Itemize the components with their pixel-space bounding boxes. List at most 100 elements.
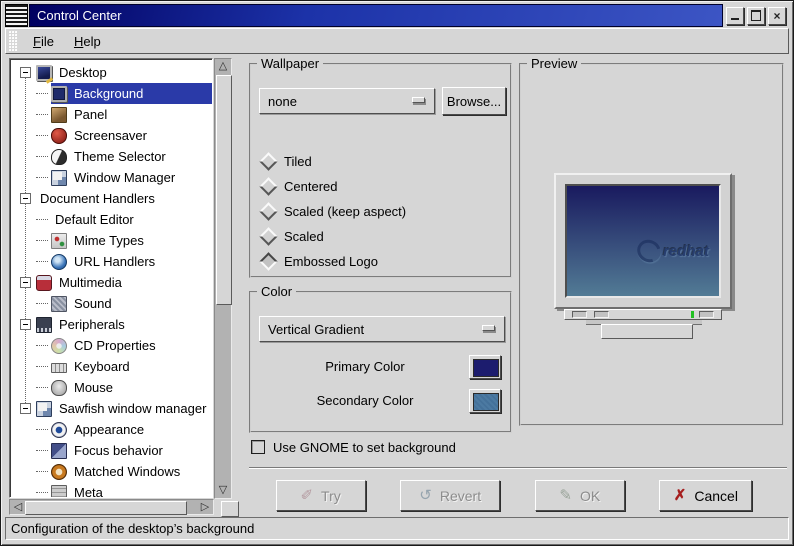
wallpaper-dropdown-value: none <box>268 93 297 109</box>
keyboard-icon <box>51 363 67 373</box>
focus-behavior-icon <box>51 442 67 459</box>
tree-expander-icon[interactable] <box>20 67 31 78</box>
tree-item-sawfish-window-manager[interactable]: Sawfish window manager <box>10 398 212 419</box>
tree-item-theme-selector[interactable]: Theme Selector <box>10 146 212 167</box>
tree-item-background[interactable]: Background <box>10 83 212 104</box>
resize-grip[interactable] <box>221 501 239 517</box>
close-button[interactable]: × <box>768 6 786 25</box>
tree-item-document-handlers[interactable]: Document Handlers <box>10 188 212 209</box>
scroll-down-icon[interactable]: ▽ <box>215 483 231 498</box>
menubar-grip-handle[interactable] <box>9 31 18 51</box>
tree-item-mime-types[interactable]: Mime Types <box>10 230 212 251</box>
minimize-icon <box>731 11 739 20</box>
wallpaper-dropdown[interactable]: none <box>259 88 435 114</box>
preview-monitor: redhat <box>554 173 732 309</box>
tree-connector <box>36 491 48 494</box>
tree-item-mouse[interactable]: Mouse <box>10 377 212 398</box>
tree-item-multimedia[interactable]: Multimedia <box>10 272 212 293</box>
scroll-right-icon[interactable]: ▷ <box>197 500 213 514</box>
tree-item-meta[interactable]: Meta <box>10 482 212 497</box>
radio-embossed-logo[interactable]: Embossed Logo <box>259 251 378 271</box>
theme-selector-icon <box>51 148 67 165</box>
primary-color-swatch <box>473 359 499 377</box>
button-separator <box>249 467 787 469</box>
tree-horizontal-scrollbar[interactable]: ◁ ▷ <box>9 499 214 515</box>
radio-tiled[interactable]: Tiled <box>259 151 312 171</box>
tree-item-label: Document Handlers <box>40 191 155 206</box>
use-gnome-checkbox[interactable] <box>251 440 265 454</box>
use-gnome-checkbox-row[interactable]: Use GNOME to set background <box>251 439 456 455</box>
radio-diamond-icon <box>259 151 278 171</box>
tree-item-focus-behavior[interactable]: Focus behavior <box>10 440 212 461</box>
power-led-icon <box>691 311 694 318</box>
tree-item-label: Peripherals <box>59 317 125 332</box>
tree-expander-icon[interactable] <box>20 403 31 414</box>
redhat-logo: redhat <box>633 235 709 267</box>
tree-item-peripherals[interactable]: Peripherals <box>10 314 212 335</box>
secondary-color-button[interactable] <box>469 389 501 413</box>
tree-view[interactable]: Desktop Background Panel Screensaver The… <box>9 58 213 498</box>
tree-item-window-manager[interactable]: Window Manager <box>10 167 212 188</box>
scroll-left-icon[interactable]: ◁ <box>10 500 26 514</box>
scroll-up-icon[interactable]: △ <box>215 59 231 74</box>
horizontal-scrollbar-thumb[interactable] <box>25 501 187 515</box>
primary-color-button[interactable] <box>469 355 501 379</box>
vertical-scrollbar-thumb[interactable] <box>216 75 232 305</box>
tree-item-panel[interactable]: Panel <box>10 104 212 125</box>
browse-button[interactable]: Browse... <box>442 87 506 115</box>
menubar: File Help <box>5 28 789 54</box>
tree-item-label: Theme Selector <box>74 149 166 164</box>
gradient-dropdown[interactable]: Vertical Gradient <box>259 316 505 342</box>
tree-item-label: Sound <box>74 296 112 311</box>
tree-item-label: Window Manager <box>74 170 176 185</box>
radio-label: Scaled (keep aspect) <box>284 203 407 219</box>
tree-item-desktop[interactable]: Desktop <box>10 62 212 83</box>
secondary-color-swatch <box>473 393 499 411</box>
tree-item-label: Multimedia <box>59 275 122 290</box>
matched-windows-icon <box>51 463 67 480</box>
tree-vertical-scrollbar[interactable]: △ ▽ <box>214 58 232 499</box>
titlebar[interactable]: Control Center × <box>5 4 789 27</box>
radio-scaled[interactable]: Scaled <box>259 226 324 246</box>
maximize-icon <box>751 10 761 21</box>
tree-item-default-editor[interactable]: Default Editor <box>10 209 212 230</box>
menu-item-file[interactable]: File <box>23 32 64 51</box>
radio-centered[interactable]: Centered <box>259 176 337 196</box>
monitor-base <box>564 309 722 320</box>
statusbar: Configuration of the desktop’s backgroun… <box>5 517 789 540</box>
radio-scaled-keep-aspect[interactable]: Scaled (keep aspect) <box>259 201 407 221</box>
tree-connector <box>36 176 48 179</box>
minimize-button[interactable] <box>726 6 744 25</box>
tree-expander-icon[interactable] <box>20 193 31 204</box>
tree-item-label: Panel <box>74 107 108 122</box>
cancel-button[interactable]: ✗ Cancel <box>659 480 753 511</box>
tree-item-appearance[interactable]: Appearance <box>10 419 212 440</box>
window-controls: × <box>723 4 789 27</box>
color-legend: Color <box>257 284 297 299</box>
tree-expander-icon[interactable] <box>20 277 31 288</box>
tree-connector <box>36 155 48 158</box>
tree-item-sound[interactable]: Sound <box>10 293 212 314</box>
action-button-label: Revert <box>439 487 482 504</box>
wallpaper-legend: Wallpaper <box>257 56 324 71</box>
tree-item-screensaver[interactable]: Screensaver <box>10 125 212 146</box>
tree-item-cd-properties[interactable]: CD Properties <box>10 335 212 356</box>
maximize-button[interactable] <box>747 6 765 25</box>
tree-item-url-handlers[interactable]: URL Handlers <box>10 251 212 272</box>
revert-button: ↺ Revert <box>400 480 501 511</box>
peripherals-icon <box>36 316 52 333</box>
window-menu-icon[interactable] <box>5 4 28 27</box>
tree-item-keyboard[interactable]: Keyboard <box>10 356 212 377</box>
tree-expander-icon[interactable] <box>20 319 31 330</box>
tree-item-matched-windows[interactable]: Matched Windows <box>10 461 212 482</box>
tree-connector <box>36 134 48 137</box>
redhat-swirl-icon <box>633 235 665 267</box>
action-button-label: Cancel <box>694 487 738 504</box>
tree-connector <box>36 218 48 221</box>
tree-item-label: Matched Windows <box>74 464 181 479</box>
tree-item-label: URL Handlers <box>74 254 156 269</box>
menu-item-help[interactable]: Help <box>64 32 111 51</box>
meta-icon <box>51 484 67 497</box>
dropdown-tab-icon <box>412 97 425 103</box>
background-icon <box>51 85 67 102</box>
